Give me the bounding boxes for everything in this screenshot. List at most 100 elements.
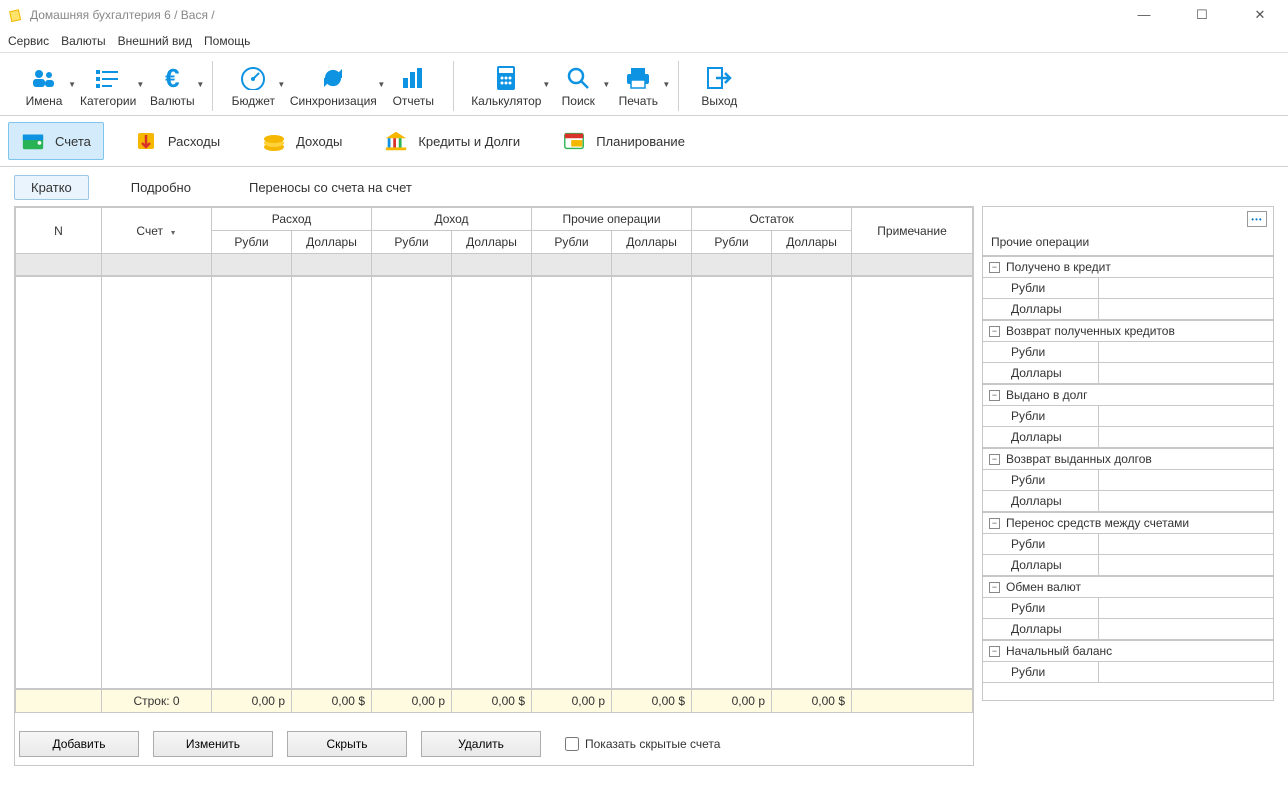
collapse-icon[interactable]: −: [989, 454, 1000, 465]
side-panel-list[interactable]: −Получено в кредитРублиДоллары−Возврат п…: [983, 255, 1273, 685]
search-button[interactable]: ▼ Поиск: [548, 62, 608, 110]
maximize-button[interactable]: ☐: [1182, 7, 1222, 23]
edit-button[interactable]: Изменить: [153, 731, 273, 757]
col-balance-usd[interactable]: Доллары: [772, 231, 852, 254]
tab-accounts[interactable]: Счета: [8, 122, 104, 160]
col-expense-rub[interactable]: Рубли: [212, 231, 292, 254]
currency-label: Доллары: [983, 555, 1099, 575]
currency-value: [1099, 299, 1273, 319]
col-income-usd[interactable]: Доллары: [452, 231, 532, 254]
group-label: Обмен валют: [1006, 580, 1081, 594]
currency-row[interactable]: Рубли: [983, 342, 1273, 363]
currency-row[interactable]: Доллары: [983, 619, 1273, 640]
currency-label: Рубли: [983, 470, 1099, 490]
currency-row[interactable]: Доллары: [983, 299, 1273, 320]
reports-button[interactable]: Отчеты: [383, 62, 443, 110]
collapse-icon[interactable]: −: [989, 262, 1000, 273]
col-expense[interactable]: Расход: [212, 208, 372, 231]
col-expense-usd[interactable]: Доллары: [292, 231, 372, 254]
subtab-detailed[interactable]: Подробно: [115, 176, 207, 199]
euro-icon: €: [165, 64, 179, 92]
content: N Счет ▼ Расход Доход Прочие операции Ос…: [0, 206, 1288, 780]
currencies-button[interactable]: € ▼ Валюты: [142, 62, 202, 110]
currency-row[interactable]: Рубли: [983, 406, 1273, 427]
currency-row[interactable]: Рубли: [983, 470, 1273, 491]
col-balance[interactable]: Остаток: [692, 208, 852, 231]
side-panel-title: Прочие операции: [983, 231, 1273, 255]
group-row[interactable]: −Возврат выданных долгов: [983, 448, 1273, 470]
grid-body[interactable]: [15, 276, 973, 689]
add-button[interactable]: Добавить: [19, 731, 139, 757]
currency-label: Рубли: [983, 278, 1099, 298]
chevron-down-icon: ▼: [662, 80, 670, 89]
panel-menu-button[interactable]: •••: [1247, 211, 1267, 227]
col-balance-rub[interactable]: Рубли: [692, 231, 772, 254]
col-income[interactable]: Доход: [372, 208, 532, 231]
collapse-icon[interactable]: −: [989, 390, 1000, 401]
currency-row[interactable]: Доллары: [983, 555, 1273, 576]
menu-service[interactable]: Сервис: [8, 34, 49, 48]
group-row[interactable]: −Обмен валют: [983, 576, 1273, 598]
currency-row[interactable]: Рубли: [983, 278, 1273, 299]
tab-income[interactable]: Доходы: [250, 123, 354, 159]
currency-row[interactable]: Рубли: [983, 598, 1273, 619]
currency-value: [1099, 555, 1273, 575]
minimize-button[interactable]: —: [1124, 7, 1164, 23]
currency-value: [1099, 598, 1273, 618]
group-row[interactable]: −Выдано в долг: [983, 384, 1273, 406]
show-hidden-input[interactable]: [565, 737, 579, 751]
group-row[interactable]: −Получено в кредит: [983, 256, 1273, 278]
table-row[interactable]: [16, 254, 973, 276]
currency-row[interactable]: Рубли: [983, 534, 1273, 555]
people-icon: [31, 64, 57, 92]
currency-value: [1099, 619, 1273, 639]
chart-icon: [401, 64, 425, 92]
currency-label: Рубли: [983, 662, 1099, 682]
collapse-icon[interactable]: −: [989, 646, 1000, 657]
currency-row[interactable]: Доллары: [983, 363, 1273, 384]
close-button[interactable]: ✕: [1240, 7, 1280, 23]
sync-button[interactable]: ▼ Синхронизация: [283, 62, 383, 110]
col-n[interactable]: N: [16, 208, 102, 254]
menu-help[interactable]: Помощь: [204, 34, 250, 48]
sum-balance-rub: 0,00 р: [692, 690, 772, 713]
group-row[interactable]: −Начальный баланс: [983, 640, 1273, 662]
hide-button[interactable]: Скрыть: [287, 731, 407, 757]
col-account[interactable]: Счет ▼: [102, 208, 212, 254]
col-other-rub[interactable]: Рубли: [532, 231, 612, 254]
collapse-icon[interactable]: −: [989, 518, 1000, 529]
col-note[interactable]: Примечание: [852, 208, 973, 254]
calculator-button[interactable]: ▼ Калькулятор: [464, 62, 548, 110]
collapse-icon[interactable]: −: [989, 326, 1000, 337]
menu-view[interactable]: Внешний вид: [118, 34, 192, 48]
group-row[interactable]: −Перенос средств между счетами: [983, 512, 1273, 534]
subtab-brief[interactable]: Кратко: [14, 175, 89, 200]
tab-credits[interactable]: Кредиты и Долги: [372, 123, 532, 159]
accounts-table: N Счет ▼ Расход Доход Прочие операции Ос…: [15, 207, 973, 276]
group-row[interactable]: −Возврат полученных кредитов: [983, 320, 1273, 342]
delete-button[interactable]: Удалить: [421, 731, 541, 757]
bank-icon: [384, 129, 408, 153]
col-income-rub[interactable]: Рубли: [372, 231, 452, 254]
collapse-icon[interactable]: −: [989, 582, 1000, 593]
tab-planning[interactable]: Планирование: [550, 123, 697, 159]
toolbar: ▼ Имена ▼ Категории € ▼ Валюты ▼ Бюджет …: [0, 52, 1288, 116]
categories-button[interactable]: ▼ Категории: [74, 62, 142, 110]
menu-currencies[interactable]: Валюты: [61, 34, 106, 48]
group-label: Выдано в долг: [1006, 388, 1087, 402]
exit-button[interactable]: Выход: [689, 62, 749, 110]
show-hidden-checkbox[interactable]: Показать скрытые счета: [565, 737, 720, 751]
currency-row[interactable]: Доллары: [983, 491, 1273, 512]
budget-button[interactable]: ▼ Бюджет: [223, 62, 283, 110]
gauge-icon: [240, 64, 266, 92]
names-button[interactable]: ▼ Имена: [14, 62, 74, 110]
currency-value: [1099, 363, 1273, 383]
tab-expenses[interactable]: Расходы: [122, 123, 232, 159]
subtab-transfers[interactable]: Переносы со счета на счет: [233, 176, 428, 199]
print-button[interactable]: ▼ Печать: [608, 62, 668, 110]
currency-label: Доллары: [983, 619, 1099, 639]
currency-row[interactable]: Доллары: [983, 427, 1273, 448]
currency-row[interactable]: Рубли: [983, 662, 1273, 683]
col-other-usd[interactable]: Доллары: [612, 231, 692, 254]
col-other-ops[interactable]: Прочие операции: [532, 208, 692, 231]
